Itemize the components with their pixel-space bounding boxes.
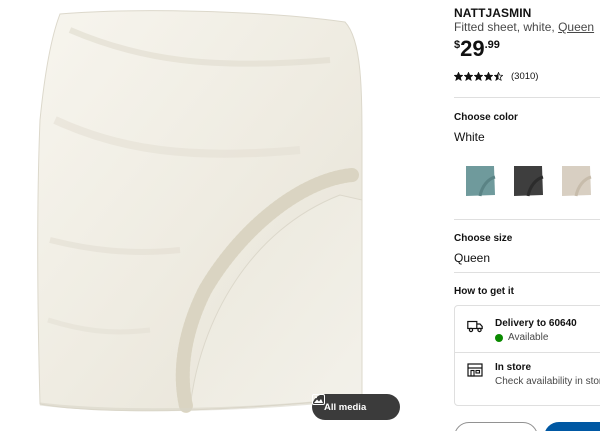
divider [454, 97, 600, 98]
store-subtitle: Check availability in stores [495, 376, 600, 387]
swatch-blue-image [460, 161, 500, 201]
fulfillment-box: Delivery to 60640 Available In store Che… [454, 305, 600, 406]
divider [455, 352, 600, 353]
swatch-blue[interactable] [460, 161, 500, 201]
image-gallery-icon [312, 394, 325, 405]
star-icon [494, 72, 503, 81]
all-media-label: All media [324, 401, 367, 413]
secondary-action-button[interactable] [454, 422, 538, 431]
star-icon [464, 72, 473, 81]
swatch-dark-gray-image [508, 161, 548, 201]
choose-size-title: Choose size [454, 233, 513, 244]
choose-color-title: Choose color [454, 112, 518, 123]
delivery-status: Available [495, 332, 577, 343]
product-price: $ 29 .99 [454, 36, 500, 62]
product-info-panel: NATTJASMIN Fitted sheet, white, Queen $ … [454, 0, 600, 431]
product-description-text: Fitted sheet, white, [454, 20, 555, 34]
swatch-beige-image [556, 161, 596, 201]
star-icon [474, 72, 483, 81]
size-link[interactable]: Queen [558, 20, 594, 34]
delivery-option[interactable]: Delivery to 60640 Available [467, 318, 577, 343]
price-decimals: .99 [484, 39, 500, 51]
how-to-get-it-title: How to get it [454, 286, 514, 297]
rating-count: (3010) [511, 71, 539, 82]
star-icon [454, 72, 463, 81]
store-option[interactable]: In store Check availability in stores [467, 362, 600, 387]
available-dot [495, 333, 503, 342]
product-image [37, 10, 363, 413]
delivery-status-text: Available [508, 332, 549, 343]
swatch-beige[interactable] [556, 161, 596, 201]
delivery-title: Delivery to 60640 [495, 318, 577, 329]
selected-size[interactable]: Queen [454, 251, 490, 265]
product-name: NATTJASMIN [454, 6, 532, 20]
swatch-dark-gray[interactable] [508, 161, 548, 201]
add-to-bag-button[interactable] [544, 422, 600, 431]
truck-icon [467, 320, 483, 333]
all-media-button[interactable]: All media [312, 394, 400, 420]
store-title: In store [495, 362, 532, 373]
price-integer: 29 [460, 36, 485, 61]
product-image-area[interactable]: All media [0, 0, 430, 431]
product-description: Fitted sheet, white, Queen [454, 20, 594, 34]
rating-link[interactable]: (3010) [454, 71, 538, 82]
divider [454, 272, 600, 273]
rating-stars [454, 72, 503, 81]
star-icon [484, 72, 493, 81]
selected-color: White [454, 130, 485, 144]
divider [454, 219, 600, 220]
store-icon [467, 363, 483, 377]
